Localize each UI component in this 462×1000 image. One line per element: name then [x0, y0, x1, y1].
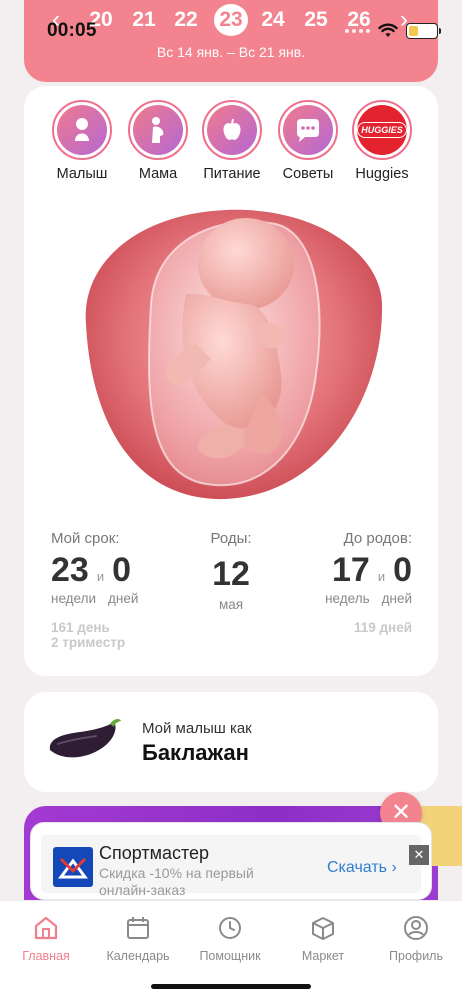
ad-title: Спортмастер [99, 843, 210, 863]
ad-download-label: Скачать [327, 859, 387, 876]
ad-download-button[interactable]: Скачать › [327, 859, 397, 877]
term-days-label: дней [108, 591, 139, 606]
term-day-count: 161 день [51, 620, 110, 635]
category-label: Питание [203, 166, 261, 182]
term-weeks-label: недели [51, 591, 97, 606]
week-item-25[interactable]: 25 [299, 4, 333, 36]
sportmaster-logo [53, 847, 93, 887]
date-range: Вс 14 янв. – Вс 21 янв. [156, 44, 306, 60]
remaining-day-count: 119 дней [353, 620, 412, 635]
chevron-right-icon: › [391, 859, 397, 876]
category-nutrition[interactable]: Питание [194, 100, 270, 182]
baby-icon [75, 118, 89, 141]
home-icon [34, 916, 58, 940]
huggies-logo: HUGGIES [357, 122, 407, 138]
term-title: Мой срок: [51, 530, 120, 547]
ad-banner[interactable]: Спортмастер Скидка -10% на первый онлайн… [30, 822, 432, 900]
week-item-24[interactable]: 24 [256, 4, 290, 36]
tab-home[interactable]: Главная [0, 913, 92, 963]
pregnancy-card: Малыш Мама Питание Советы HUGGIES Huggie… [24, 86, 438, 676]
tab-profile[interactable]: Профиль [370, 913, 462, 963]
tab-label: Профиль [389, 949, 443, 963]
wifi-icon [378, 23, 398, 37]
birth-stat: Роды: 12 мая [194, 530, 268, 612]
week-item-23-active[interactable]: 23 [214, 4, 248, 36]
embryo-illustration[interactable] [76, 194, 388, 506]
ad-text: Скидка -10% на первый онлайн-заказ [99, 865, 254, 898]
remaining-and: и [377, 569, 386, 584]
eggplant-icon [49, 719, 121, 758]
chat-bubble-icon [297, 119, 319, 142]
apple-icon [223, 118, 241, 140]
birth-title: Роды: [210, 530, 252, 547]
category-tips[interactable]: Советы [270, 100, 346, 182]
baby-size-subtitle: Мой малыш как [142, 720, 252, 737]
tab-label: Помощник [199, 949, 261, 963]
week-item-21[interactable]: 21 [127, 4, 161, 36]
birth-month: мая [218, 597, 244, 612]
term-days: 0 [112, 551, 132, 589]
status-time: 00:05 [47, 20, 97, 41]
term-trimester: 2 триместр [51, 635, 126, 650]
status-icons [345, 21, 441, 41]
term-stat: Мой срок: 23 и 0 недели дней 161 день 2 … [51, 530, 171, 650]
tab-calendar[interactable]: Календарь [92, 913, 184, 963]
remaining-stat: До родов: 17 и 0 недель дней 119 дней [314, 530, 412, 635]
remaining-weeks: 17 [331, 551, 370, 589]
tab-label: Главная [22, 949, 70, 963]
remaining-days: 0 [393, 551, 412, 589]
clock-icon [219, 917, 241, 939]
category-label: Huggies [355, 166, 409, 182]
remaining-title: До родов: [343, 530, 412, 547]
baby-size-card[interactable]: Мой малыш как Баклажан [24, 692, 438, 792]
battery-icon [406, 23, 441, 39]
tab-assistant[interactable]: Помощник [184, 913, 276, 963]
ad-content: Спортмастер Скидка -10% на первый онлайн… [41, 835, 429, 898]
baby-size-title: Баклажан [142, 740, 249, 765]
category-huggies[interactable]: HUGGIES Huggies [344, 100, 420, 182]
category-baby[interactable]: Малыш [44, 100, 120, 182]
week-list: 20 21 22 23 24 25 26 [84, 4, 384, 36]
tab-market[interactable]: Маркет [277, 913, 369, 963]
term-and: и [96, 569, 105, 584]
pregnant-woman-icon [152, 117, 164, 143]
ad-close-button[interactable]: ✕ [409, 845, 429, 865]
birth-day: 12 [212, 555, 250, 593]
remaining-days-label: дней [381, 591, 412, 606]
category-row: Малыш Мама Питание Советы HUGGIES Huggie… [24, 100, 438, 190]
box-icon [312, 917, 334, 940]
calendar-icon [127, 917, 149, 939]
category-label: Советы [282, 166, 334, 182]
week-item-22[interactable]: 22 [169, 4, 203, 36]
profile-icon [404, 916, 428, 940]
home-indicator [151, 984, 311, 989]
remaining-weeks-label: недель [325, 591, 370, 606]
tab-label: Маркет [301, 949, 345, 963]
term-weeks: 23 [51, 551, 89, 589]
tab-label: Календарь [106, 949, 170, 963]
category-mom[interactable]: Мама [120, 100, 196, 182]
category-label: Малыш [56, 166, 108, 182]
signal-icon [345, 29, 370, 33]
category-label: Мама [138, 166, 178, 182]
